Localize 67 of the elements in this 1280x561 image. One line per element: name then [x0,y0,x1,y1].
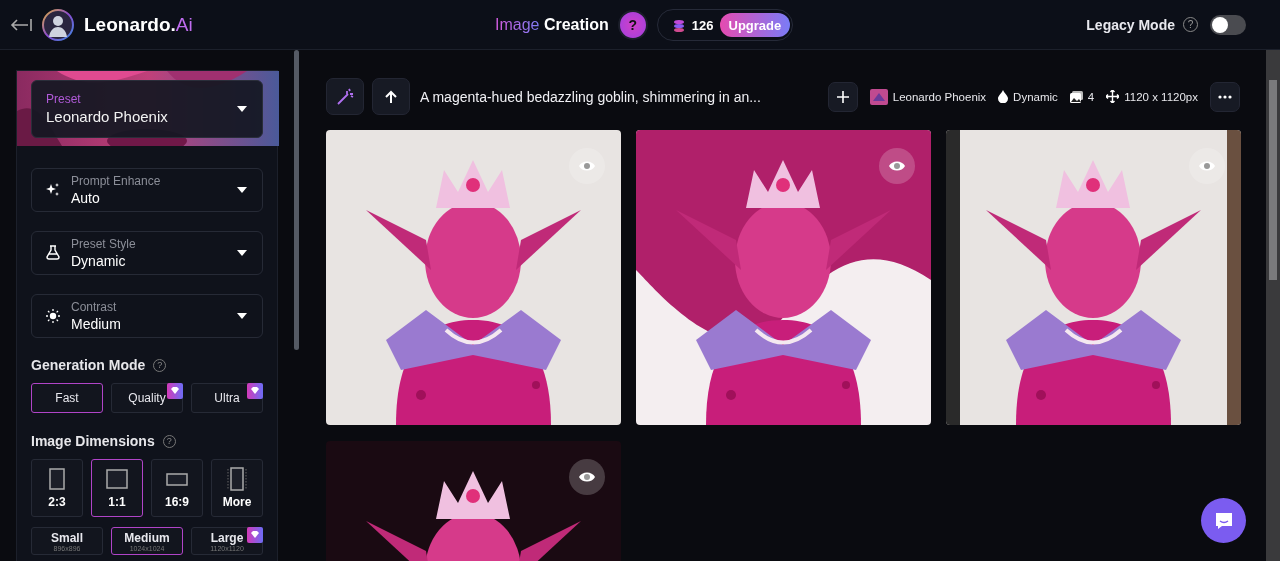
view-button[interactable] [879,148,915,184]
setting-label: Preset Style [71,237,137,251]
coins-icon [671,18,686,32]
style-name: Dynamic [1013,90,1058,103]
back-arrow-icon [10,17,32,32]
more-icon [1218,94,1232,99]
view-button[interactable] [569,459,605,495]
setting-label: Contrast [71,300,118,314]
setting-label: Prompt Enhance [71,174,162,188]
aspect-ratio-button[interactable]: 2:3 [31,459,83,517]
mode-button[interactable]: Ultra [191,383,263,413]
model-thumbnail-icon [869,88,888,105]
legacy-toggle[interactable] [1210,14,1246,35]
preset-label: Preset [46,92,82,106]
setting-dropdown[interactable]: Prompt Enhance Auto [31,168,263,212]
aspect-ratio-button[interactable]: More [211,459,263,517]
aspect-ratio-button[interactable]: 16:9 [151,459,203,517]
add-button[interactable] [827,81,858,112]
square-icon [105,467,129,491]
upload-button[interactable] [372,78,410,115]
avatar-icon [42,8,74,41]
images-icon [1069,90,1083,103]
setting-value: Dynamic [71,253,127,269]
setting-dropdown[interactable]: Contrast Medium [31,294,263,338]
arrow-up-icon [385,89,397,104]
tall-rectangle-icon [225,467,249,491]
caret-icon [236,186,248,194]
upgrade-button[interactable]: Upgrade [719,13,791,37]
chat-button[interactable] [1201,498,1246,543]
setting-value: Auto [71,190,101,206]
caret-icon [236,104,248,113]
preset-value: Leonardo Phoenix [46,108,169,125]
mode-button[interactable]: Fast [31,383,103,413]
logo-text: Leonardo.Ai [84,13,193,36]
sun-icon [45,308,61,324]
credit-count: 126 [691,17,714,33]
image-count: 4 [1087,90,1095,103]
eye-icon [1198,160,1216,172]
eye-icon [578,471,596,483]
page-title: Image Creation [495,16,609,34]
prompt-text: A magenta-hued bedazzling goblin, shimmering in an... [420,88,762,105]
aspect-ratio-button[interactable]: 1:1 [91,459,143,517]
setting-dropdown[interactable]: Preset Style Dynamic [31,231,263,275]
eye-icon [888,160,906,172]
preset-dropdown[interactable]: Preset Leonardo Phoenix [31,79,263,138]
sparkle-icon [45,182,61,198]
move-icon [1106,90,1120,103]
setting-value: Medium [71,316,122,332]
magic-wand-icon [336,87,354,106]
flask-icon [45,245,61,261]
legacy-mode-label: Legacy Mode [1086,16,1175,33]
drop-icon [998,90,1009,103]
image-dimensions: 1120 x 1120px [1124,90,1198,103]
scrollbar-thumb[interactable] [1269,80,1277,280]
more-button[interactable] [1210,81,1240,112]
section-heading: Image Dimensions [31,433,155,449]
help-button[interactable]: ? [617,10,648,40]
eye-icon [578,160,596,172]
section-heading: Generation Mode [31,357,146,373]
mode-button[interactable]: Quality [111,383,183,413]
plus-icon [836,90,849,103]
caret-icon [236,312,248,320]
caret-icon [236,249,248,257]
chat-bubble-icon [1213,510,1234,531]
model-name: Leonardo Phoenix [892,90,987,103]
scrollbar-thumb[interactable] [294,50,299,350]
magic-wand-button[interactable] [326,78,364,115]
